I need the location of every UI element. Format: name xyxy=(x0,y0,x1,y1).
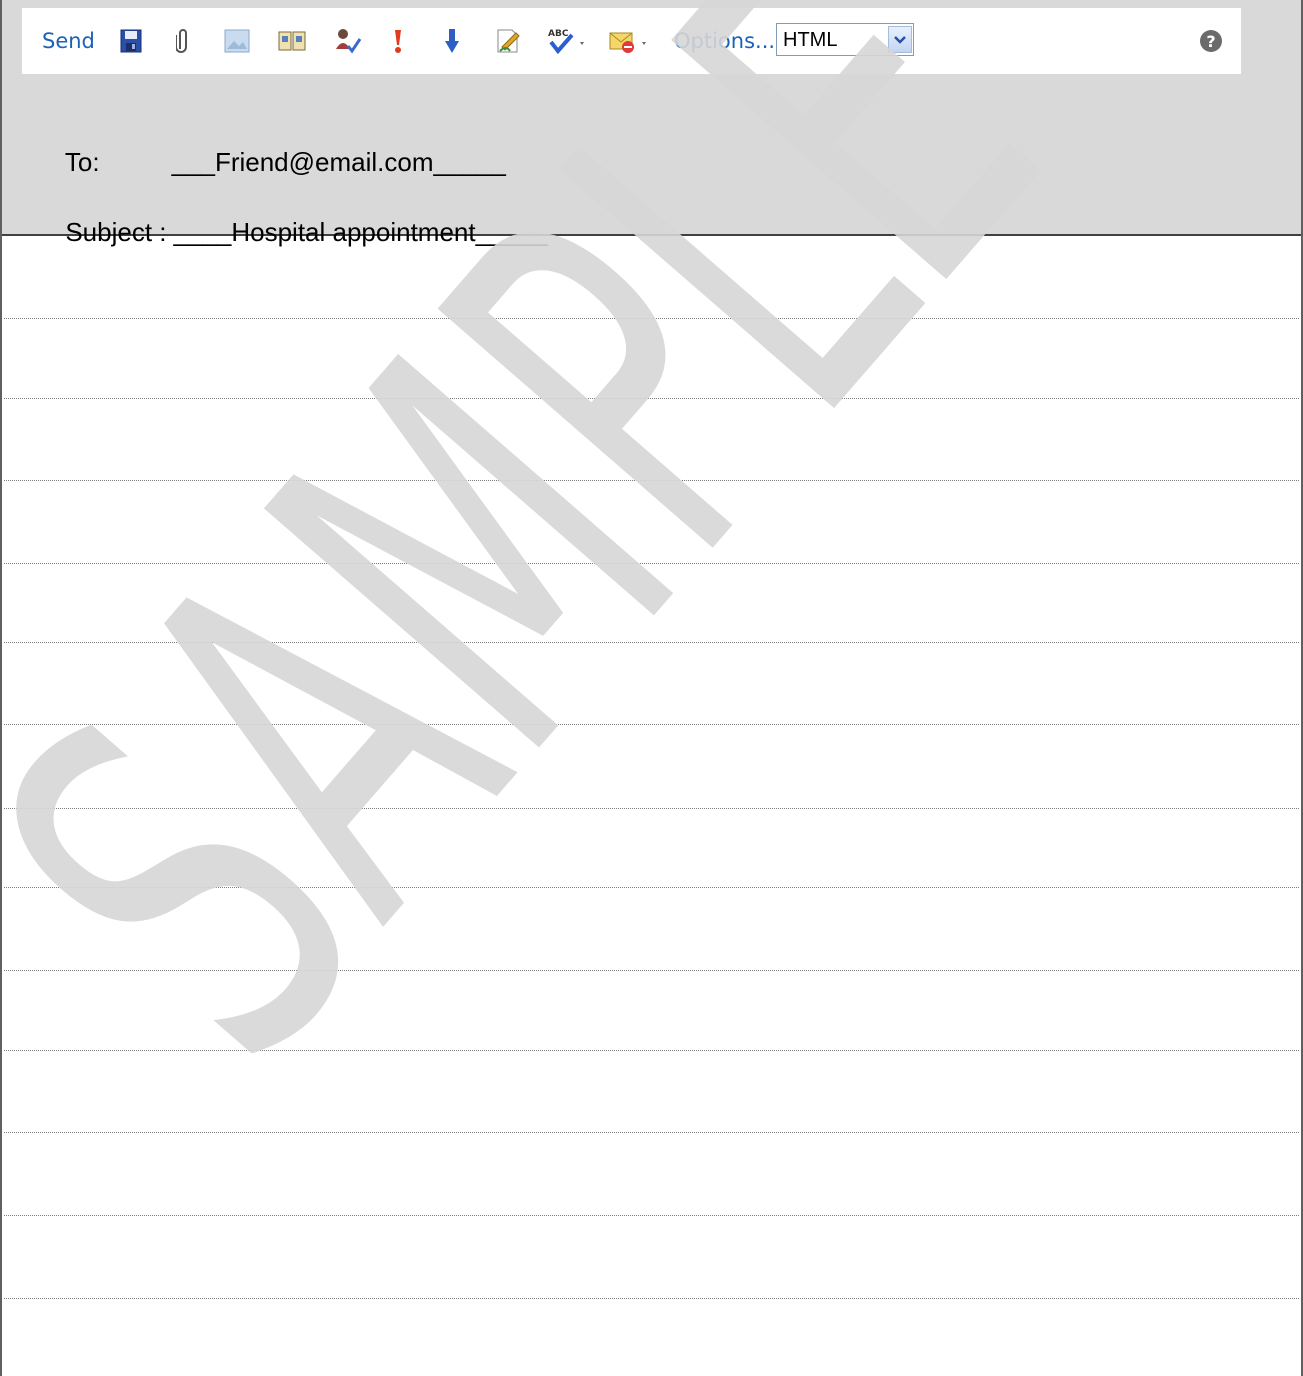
body-line xyxy=(4,1050,1299,1051)
low-importance-icon[interactable] xyxy=(444,26,460,56)
toolbar: Send ABC Options... HTML ? xyxy=(22,8,1241,74)
compose-header: Send ABC Options... HTML ? To: ___Friend… xyxy=(2,0,1301,247)
body-line xyxy=(4,808,1299,809)
to-label: To: xyxy=(64,147,100,177)
spell-check-icon[interactable]: ABC xyxy=(546,26,590,56)
chevron-down-icon[interactable] xyxy=(888,26,912,53)
save-icon[interactable] xyxy=(120,26,142,56)
body-line xyxy=(4,1298,1299,1299)
help-icon[interactable]: ? xyxy=(1199,26,1223,56)
body-line xyxy=(4,318,1299,319)
format-select-value: HTML xyxy=(783,29,838,51)
format-select[interactable]: HTML xyxy=(776,23,914,56)
signature-icon[interactable] xyxy=(496,26,522,56)
body-line xyxy=(4,970,1299,971)
body-line xyxy=(4,480,1299,481)
check-names-icon[interactable] xyxy=(334,26,362,56)
svg-text:?: ? xyxy=(1206,32,1215,51)
body-line xyxy=(4,563,1299,564)
send-button[interactable]: Send xyxy=(42,26,95,56)
to-field[interactable]: ___Friend@email.com_____ xyxy=(172,147,506,177)
body-line xyxy=(4,398,1299,399)
body-line xyxy=(4,642,1299,643)
body-line xyxy=(4,1215,1299,1216)
body-line xyxy=(4,887,1299,888)
email-compose-window: Send ABC Options... HTML ? To: ___Friend… xyxy=(0,0,1303,1376)
body-line xyxy=(4,1132,1299,1133)
body-line xyxy=(4,724,1299,725)
high-importance-icon[interactable] xyxy=(392,26,404,56)
subject-label: Subject : xyxy=(65,217,167,247)
subject-row: Subject : ____Hospital appointment_____ xyxy=(22,186,548,279)
address-book-icon[interactable] xyxy=(278,26,306,56)
svg-text:ABC: ABC xyxy=(548,29,569,39)
attach-icon[interactable] xyxy=(176,26,190,56)
flag-icon[interactable] xyxy=(608,26,652,56)
insert-image-icon[interactable] xyxy=(224,26,250,56)
options-button[interactable]: Options... xyxy=(674,26,775,56)
subject-field[interactable]: ____Hospital appointment_____ xyxy=(174,217,548,247)
